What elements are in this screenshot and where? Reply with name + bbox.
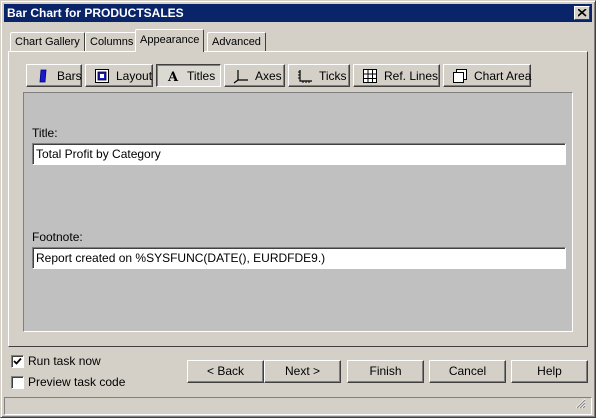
dialog-window: Bar Chart for PRODUCTSALES Chart Gallery…	[0, 0, 596, 418]
status-bar	[4, 397, 592, 415]
title-bar: Bar Chart for PRODUCTSALES	[4, 4, 592, 22]
back-button[interactable]: < Back	[187, 360, 264, 383]
next-button[interactable]: Next >	[264, 360, 341, 383]
run-task-now-label: Run task now	[28, 354, 101, 368]
tab-chart-gallery[interactable]: Chart Gallery	[10, 32, 85, 51]
close-icon	[578, 9, 587, 17]
preview-task-code-label: Preview task code	[28, 375, 126, 389]
window-title: Bar Chart for PRODUCTSALES	[7, 6, 184, 20]
cancel-button[interactable]: Cancel	[429, 360, 506, 383]
tab-columns[interactable]: Columns	[85, 32, 139, 51]
appearance-panel	[8, 51, 588, 347]
close-button[interactable]	[574, 6, 590, 20]
run-task-now-checkbox[interactable]	[11, 355, 24, 368]
resize-grip-icon[interactable]	[575, 398, 586, 409]
tab-appearance[interactable]: Appearance	[135, 29, 205, 52]
checkmark-icon	[13, 357, 22, 365]
finish-button[interactable]: Finish	[347, 360, 424, 383]
preview-task-code-checkbox[interactable]	[11, 376, 24, 389]
tab-advanced[interactable]: Advanced	[207, 32, 266, 51]
help-button[interactable]: Help	[511, 360, 588, 383]
